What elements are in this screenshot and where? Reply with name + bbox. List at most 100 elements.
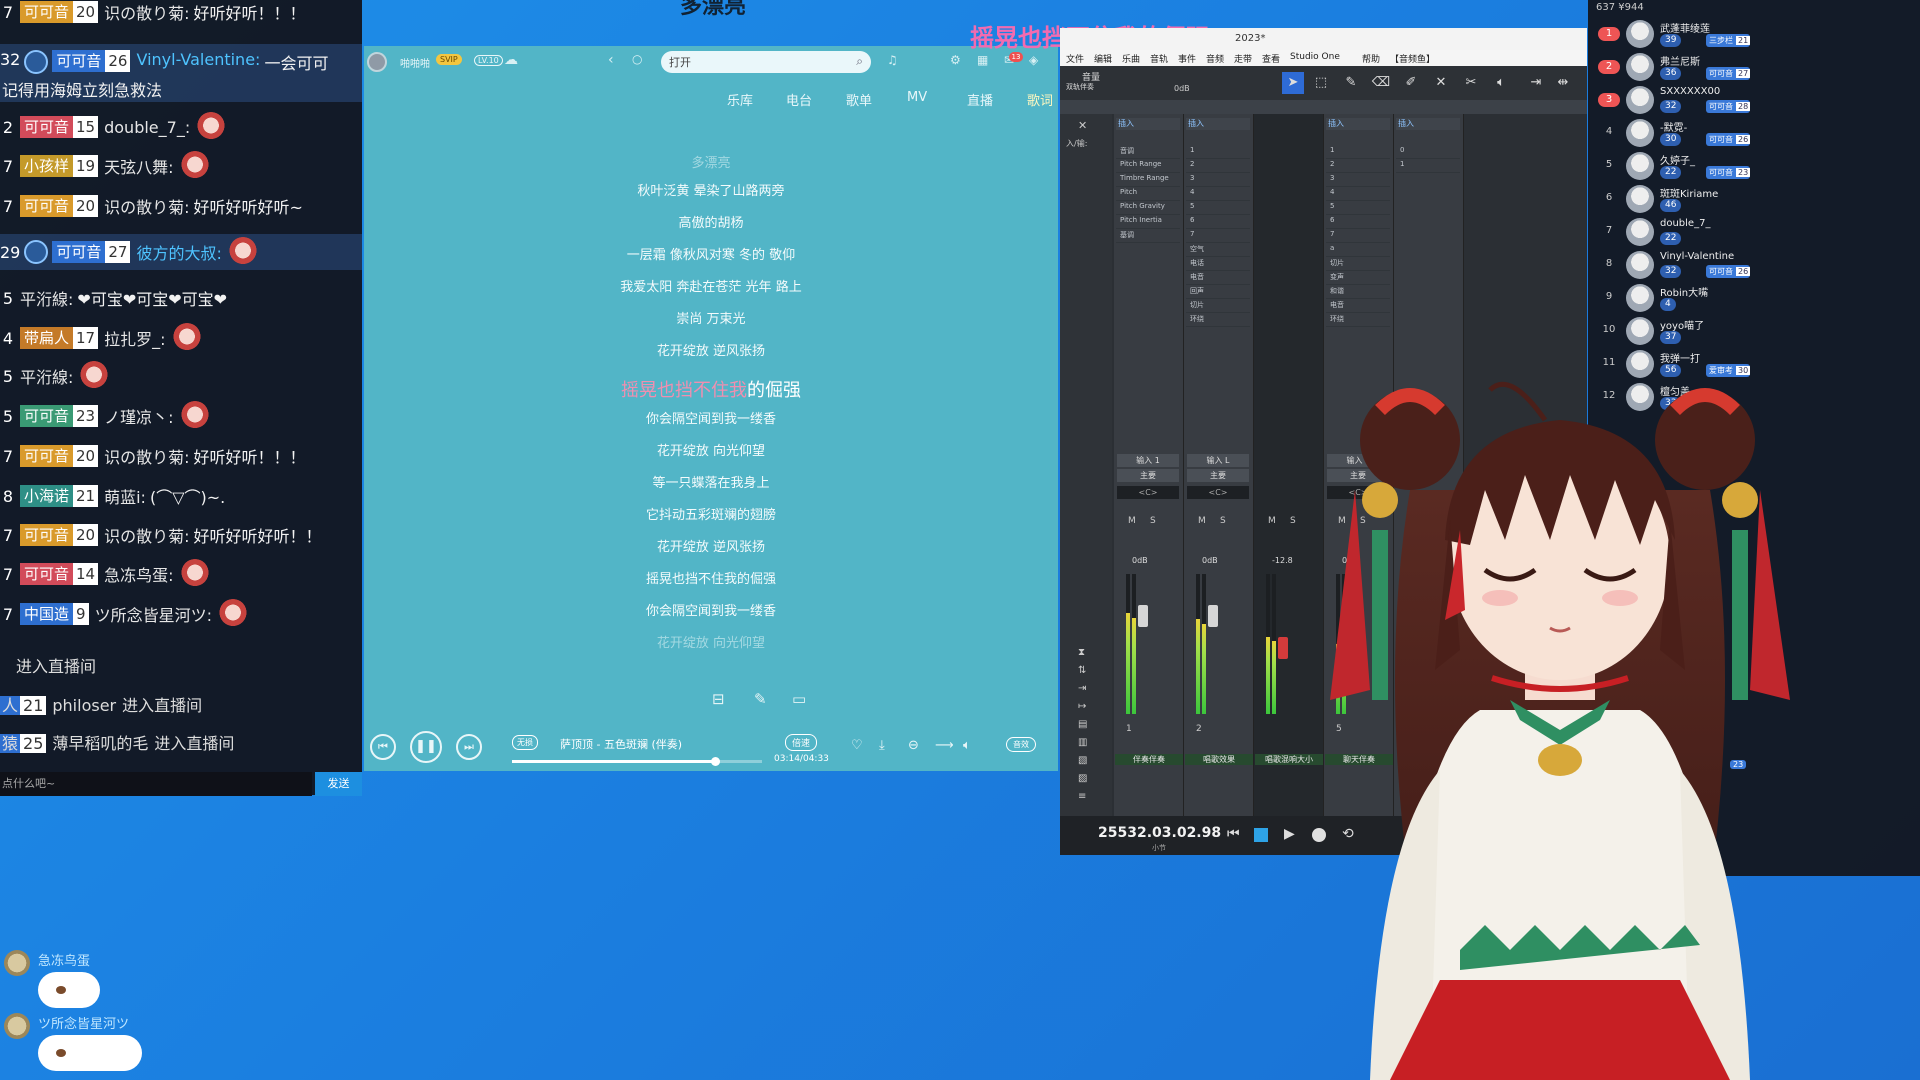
fan-medal[interactable]: 带扁人 17 <box>20 327 99 349</box>
fan-medal[interactable]: 中国造 9 <box>20 603 89 625</box>
range-tool-icon[interactable]: ⬚ <box>1310 72 1332 94</box>
plugin-slot[interactable]: 5 <box>1186 202 1250 215</box>
chat-message[interactable]: 7 可可音 14 急冻鸟蛋: <box>0 556 362 592</box>
fan-medal[interactable]: 可可音 20 <box>20 1 99 23</box>
studio-menu-item[interactable]: Studio One <box>1290 52 1340 62</box>
volume-icon[interactable]: 🔈︎ <box>963 738 971 753</box>
plugin-slot[interactable]: 0 <box>1396 146 1460 159</box>
user-avatar[interactable] <box>367 52 387 72</box>
fan-medal[interactable]: 可可音 15 <box>20 116 99 138</box>
plugin-slot[interactable]: 环绕 <box>1186 314 1250 327</box>
chat-message[interactable]: 7 可可音 20 识の散り菊: 好听好听！！！ <box>0 0 362 30</box>
listen-tool-icon[interactable]: 🔈︎ <box>1490 72 1512 94</box>
chat-message[interactable]: 7 中国造 9 ツ所念皆星河ツ: <box>0 596 362 632</box>
rewind-icon[interactable]: ⏮ <box>1227 826 1240 842</box>
plugin-slot[interactable]: 4 <box>1186 188 1250 201</box>
avatar[interactable] <box>1626 152 1654 180</box>
studio-menu-item[interactable]: 【音频鱼】 <box>1390 52 1435 65</box>
chat-username[interactable]: 识の散り菊: <box>104 0 189 24</box>
chat-username[interactable]: 天弦八舞: <box>104 154 173 178</box>
plugin-slot[interactable]: 6 <box>1326 216 1390 229</box>
plugin-slot[interactable]: Pitch <box>1116 188 1180 201</box>
tab-radio[interactable]: 电台 <box>786 90 812 109</box>
chat-message[interactable]: 8 小海诺 21 萌蓝i: (⌒▽⌒)~. <box>0 478 362 514</box>
chat-username[interactable]: ノ瑾凉丶: <box>104 404 173 428</box>
chat-username[interactable]: 拉扎罗_: <box>104 326 165 350</box>
chat-message[interactable]: 29 可可音 27 彼方的大叔: <box>0 234 362 270</box>
plugin-slot[interactable]: 6 <box>1186 216 1250 229</box>
chat-message[interactable]: 7 可可音 20 识の散り菊: 好听好听！！！ <box>0 438 362 474</box>
plugin-slot[interactable]: 切片 <box>1326 258 1390 271</box>
cloud-icon[interactable]: ☁ <box>504 52 518 68</box>
chat-message[interactable]: 7 小孩样 19 天弦八舞: <box>0 148 362 184</box>
sound-effect-button[interactable]: 音效 <box>1006 737 1036 752</box>
close-icon[interactable]: ✕ <box>1078 119 1087 132</box>
lyric-line[interactable]: 花开绽放 向光仰望 <box>364 632 1058 651</box>
refresh-icon[interactable]: ○ <box>632 52 642 66</box>
fan-medal[interactable]: 可可音 26 <box>52 50 131 72</box>
lyric-line[interactable]: 花开绽放 向光仰望 <box>364 440 1058 459</box>
plugin-slot[interactable]: a <box>1326 244 1390 257</box>
send-button[interactable]: 发送 <box>315 772 362 796</box>
mute-tool-icon[interactable]: ✕ <box>1430 72 1452 94</box>
chat-username[interactable]: 萌蓝i: <box>104 484 146 508</box>
rank-username[interactable]: double_7_ <box>1660 218 1710 229</box>
lyric-comment-icon[interactable]: ▭ <box>792 690 806 708</box>
studio-menu-item[interactable]: 编辑 <box>1094 52 1112 65</box>
chat-message[interactable]: 32 可可音 26 Vinyl-Valentine: 一会可可 记得用海姆立刻急救法 <box>0 44 362 102</box>
like-icon[interactable]: ♡ <box>851 738 863 753</box>
tab-playlist[interactable]: 歌单 <box>846 90 872 109</box>
rank-row[interactable]: 3 SXXXXXX00 32 可可音 28 <box>1588 84 1920 116</box>
snap-icon[interactable]: ⇥ <box>1525 72 1547 94</box>
lyric-line[interactable]: 摇晃也挡不住我的倔强 <box>364 568 1058 587</box>
quantize-icon[interactable]: ⇹ <box>1552 72 1574 94</box>
user-name[interactable]: 啪啪啪 <box>400 55 430 70</box>
plugin-slot[interactable]: Pitch Range <box>1116 160 1180 173</box>
chat-message[interactable]: 5 平洐線: ❤可宝❤可宝❤可宝❤ <box>0 280 362 316</box>
plugin-slot[interactable]: 1 <box>1186 146 1250 159</box>
mixer-channel-strip[interactable]: 插入 音调 Pitch Range Timbre Range Pitch Pitch Gr… <box>1114 114 1184 816</box>
avatar[interactable] <box>1626 317 1654 345</box>
lyric-line[interactable]: 我爱太阳 奔赴在苍茫 光年 路上 <box>364 276 1058 295</box>
pan-control[interactable]: <C> <box>1117 486 1179 499</box>
lyric-line[interactable]: 多漂亮 <box>364 152 1058 171</box>
plugin-slot[interactable]: 空气 <box>1186 244 1250 257</box>
plugin-slot[interactable]: Pitch Gravity <box>1116 202 1180 215</box>
rank-username[interactable]: -默霓- <box>1660 119 1687 134</box>
avatar[interactable] <box>1626 53 1654 81</box>
rank-username[interactable]: Robin大嘴 <box>1660 284 1708 299</box>
avatar[interactable] <box>1626 20 1654 48</box>
chat-username[interactable]: 识の散り菊: <box>104 523 189 547</box>
lyric-line[interactable]: 等一只蝶落在我身上 <box>364 472 1058 491</box>
song-title[interactable]: 萨顶顶 - 五色斑斓 (伴奏) <box>560 736 682 752</box>
gain-value[interactable]: 0dB <box>1174 84 1190 93</box>
fan-medal[interactable]: 可可音 27 <box>52 241 131 263</box>
studio-menu-item[interactable]: 事件 <box>1178 52 1196 65</box>
tab-live[interactable]: 直播 <box>967 90 993 109</box>
plugin-slot[interactable]: 基调 <box>1116 230 1180 243</box>
lyric-line[interactable]: 高傲的胡杨 <box>364 212 1058 231</box>
chat-message[interactable]: 7 可可音 20 识の散り菊: 好听好听好听！！ <box>0 517 362 553</box>
skin-icon[interactable]: ◈ <box>1029 53 1038 67</box>
plugin-slot[interactable]: 和谐 <box>1326 286 1390 299</box>
studio-menu-item[interactable]: 乐曲 <box>1122 52 1140 65</box>
arrow-tool-icon[interactable]: ➤ <box>1282 72 1304 94</box>
plugin-slot[interactable]: 7 <box>1326 230 1390 243</box>
pause-button[interactable]: ❚❚ <box>410 731 442 763</box>
download-icon[interactable]: ⤓ <box>879 738 885 753</box>
plugin-slot[interactable]: 电音 <box>1186 272 1250 285</box>
eraser-tool-icon[interactable]: ⌫ <box>1370 72 1392 94</box>
mixer-channel-strip[interactable]: 插入 1 2 3 4 5 6 7 空气 电话 电音 回声 切片 环绕 输入 L 主要 <C> M S 0dB 2 唱歌效果 <box>1184 114 1254 816</box>
chat-username[interactable]: 平洐線: <box>20 286 73 310</box>
rank-row[interactable]: 2 弗兰尼斯 36 可可音 27 <box>1588 51 1920 83</box>
pan-control[interactable]: <C> <box>1187 486 1249 499</box>
plugin-slot[interactable]: 3 <box>1326 174 1390 187</box>
insert-header[interactable]: 插入 <box>1116 118 1180 130</box>
input-select[interactable]: 输入 1 <box>1117 454 1179 467</box>
insert-header[interactable]: 插入 <box>1396 118 1460 130</box>
rank-username[interactable]: SXXXXXX00 <box>1660 86 1720 97</box>
tab-library[interactable]: 乐库 <box>727 90 753 109</box>
progress-bar[interactable] <box>512 757 762 766</box>
output-select[interactable]: 主要 <box>1187 469 1249 482</box>
chat-message[interactable]: 5 可可音 23 ノ瑾凉丶: <box>0 398 362 434</box>
